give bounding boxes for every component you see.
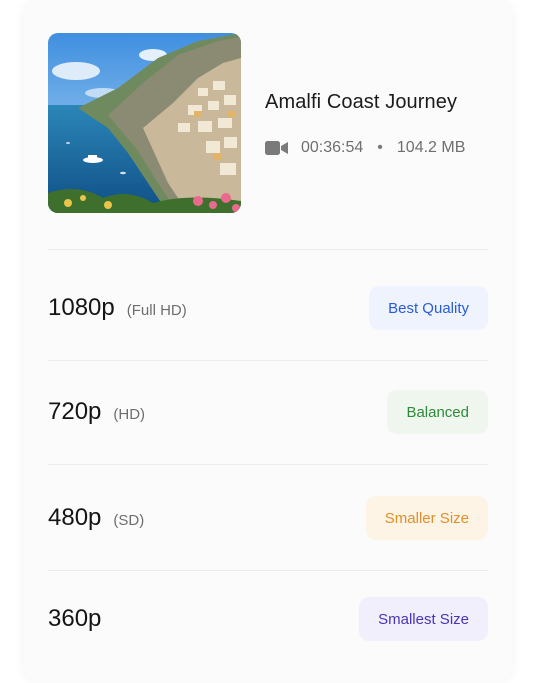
quality-option-360p[interactable]: 360p Smallest Size bbox=[48, 567, 488, 671]
divider bbox=[48, 249, 488, 250]
meta-separator: • bbox=[377, 139, 383, 156]
quality-badge: Best Quality bbox=[369, 286, 488, 330]
divider bbox=[48, 464, 488, 465]
quality-option-720p[interactable]: 720p (HD) Balanced bbox=[48, 360, 488, 464]
resolution-label: 360p bbox=[48, 605, 102, 632]
resolution-label: 720p bbox=[48, 398, 102, 425]
quality-badge: Smallest Size bbox=[359, 597, 488, 641]
video-thumbnail bbox=[48, 33, 241, 213]
resolution-sublabel: (SD) bbox=[113, 512, 145, 529]
quality-option-480p[interactable]: 480p (SD) Smaller Size bbox=[48, 466, 488, 570]
video-title: Amalfi Coast Journey bbox=[265, 91, 458, 113]
video-meta: 00:36:54 • 104.2 MB bbox=[265, 139, 465, 157]
video-camera-icon bbox=[265, 139, 289, 157]
quality-badge: Smaller Size bbox=[365, 496, 488, 540]
resolution-label: 480p bbox=[48, 504, 102, 531]
video-quality-card: Amalfi Coast Journey 00:36:54 • 104.2 MB… bbox=[24, 0, 512, 683]
video-duration: 00:36:54 bbox=[301, 139, 364, 156]
video-file-size: 104.2 MB bbox=[396, 139, 466, 156]
video-header: Amalfi Coast Journey 00:36:54 • 104.2 MB bbox=[48, 33, 488, 213]
resolution-label: 1080p bbox=[48, 294, 115, 321]
resolution-sublabel: (HD) bbox=[113, 406, 146, 423]
amalfi-coast-image bbox=[48, 33, 241, 213]
quality-badge: Balanced bbox=[387, 390, 488, 434]
resolution-sublabel: (Full HD) bbox=[126, 302, 187, 319]
quality-option-1080p[interactable]: 1080p (Full HD) Best Quality bbox=[48, 256, 488, 360]
